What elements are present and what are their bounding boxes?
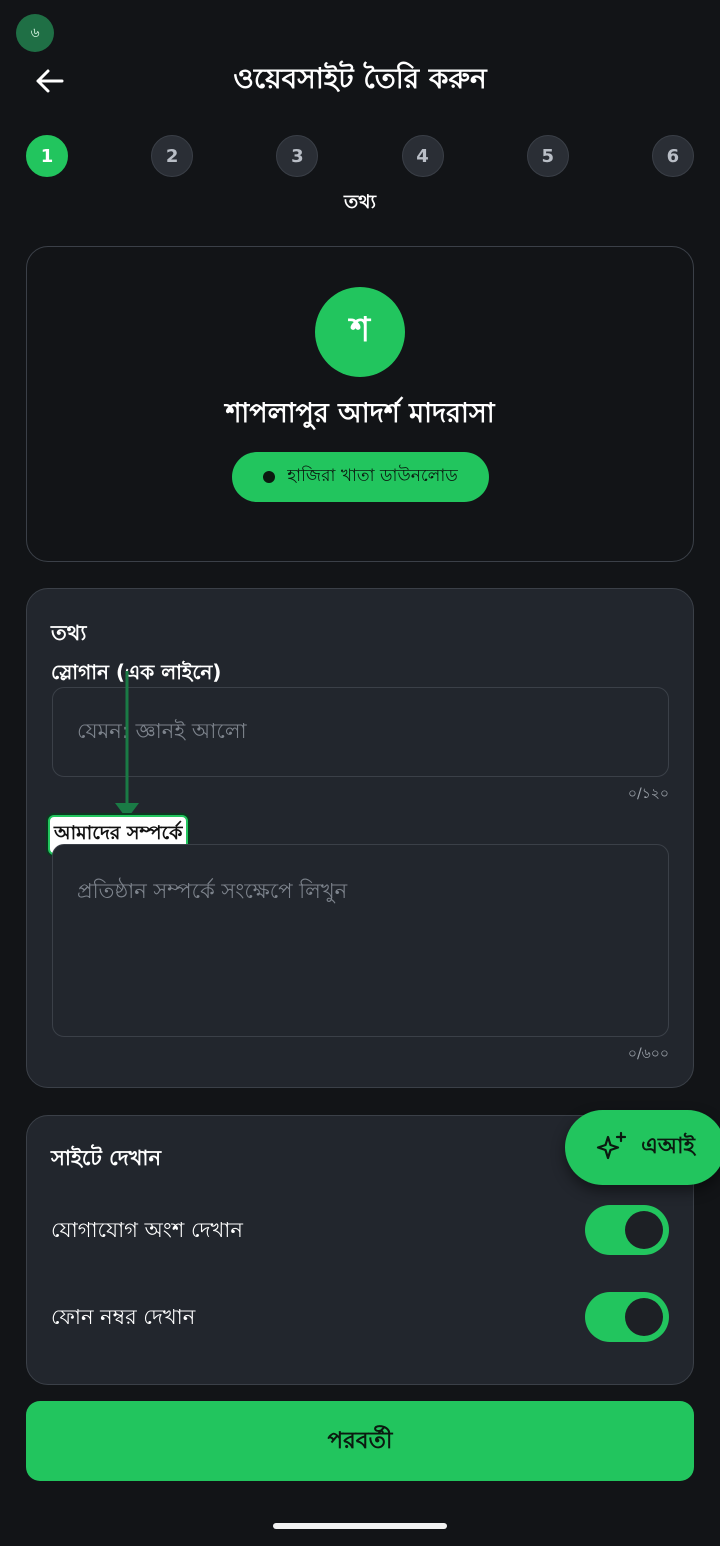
step-2[interactable]: 2: [151, 135, 194, 177]
step-5[interactable]: 5: [526, 135, 569, 177]
attendance-download-button[interactable]: হাজিরা খাতা ডাউনলোড: [232, 452, 489, 502]
contact-toggle-label: যোগাযোগ অংশ দেখান: [51, 1218, 243, 1242]
about-textarea[interactable]: প্রতিষ্ঠান সম্পর্কে সংক্ষেপে লিখুন: [52, 844, 669, 1037]
toggle-knob: [625, 1211, 663, 1249]
step-4[interactable]: 4: [401, 135, 444, 177]
phone-toggle-label: ফোন নম্বর দেখান: [51, 1305, 196, 1329]
info-section-title: তথ্য: [51, 621, 87, 645]
show-on-site-title: সাইটে দেখান: [51, 1146, 162, 1170]
ai-button-label: এআই: [641, 1134, 695, 1159]
contact-section-toggle[interactable]: [585, 1205, 669, 1255]
current-step-label: তথ্য: [343, 191, 377, 213]
page-title: ওয়েবসাইট তৈরি করুন: [233, 62, 487, 95]
step-6[interactable]: 6: [651, 135, 694, 177]
dot-icon: [263, 471, 276, 483]
next-button[interactable]: পরবর্তী: [26, 1401, 694, 1481]
status-badge: ৬: [16, 14, 54, 52]
about-counter: ০/৬০০: [627, 1046, 669, 1062]
download-button-label: হাজিরা খাতা ডাউনলোড: [287, 466, 458, 486]
slogan-counter: ০/১২০: [627, 786, 669, 802]
home-indicator[interactable]: [273, 1523, 447, 1529]
ai-assistant-button[interactable]: এআই: [565, 1110, 720, 1185]
sparkle-icon: [596, 1131, 627, 1159]
info-card: তথ্য স্লোগান (এক লাইনে) যেমন: জ্ঞানই আলো…: [26, 588, 694, 1088]
phone-number-toggle[interactable]: [585, 1292, 669, 1342]
step-3[interactable]: 3: [276, 135, 319, 177]
stepper: 1 2 3 4 5 6: [26, 135, 694, 177]
avatar: শ: [315, 287, 405, 377]
institution-name: শাপলাপুর আদর্শ মাদরাসা: [225, 398, 495, 429]
toggle-knob: [625, 1298, 663, 1336]
profile-card: শ শাপলাপুর আদর্শ মাদরাসা হাজিরা খাতা ডাউ…: [26, 246, 694, 562]
arrow-down-icon: [115, 671, 139, 819]
slogan-input[interactable]: যেমন: জ্ঞানই আলো: [52, 687, 669, 777]
step-1[interactable]: 1: [26, 135, 68, 177]
